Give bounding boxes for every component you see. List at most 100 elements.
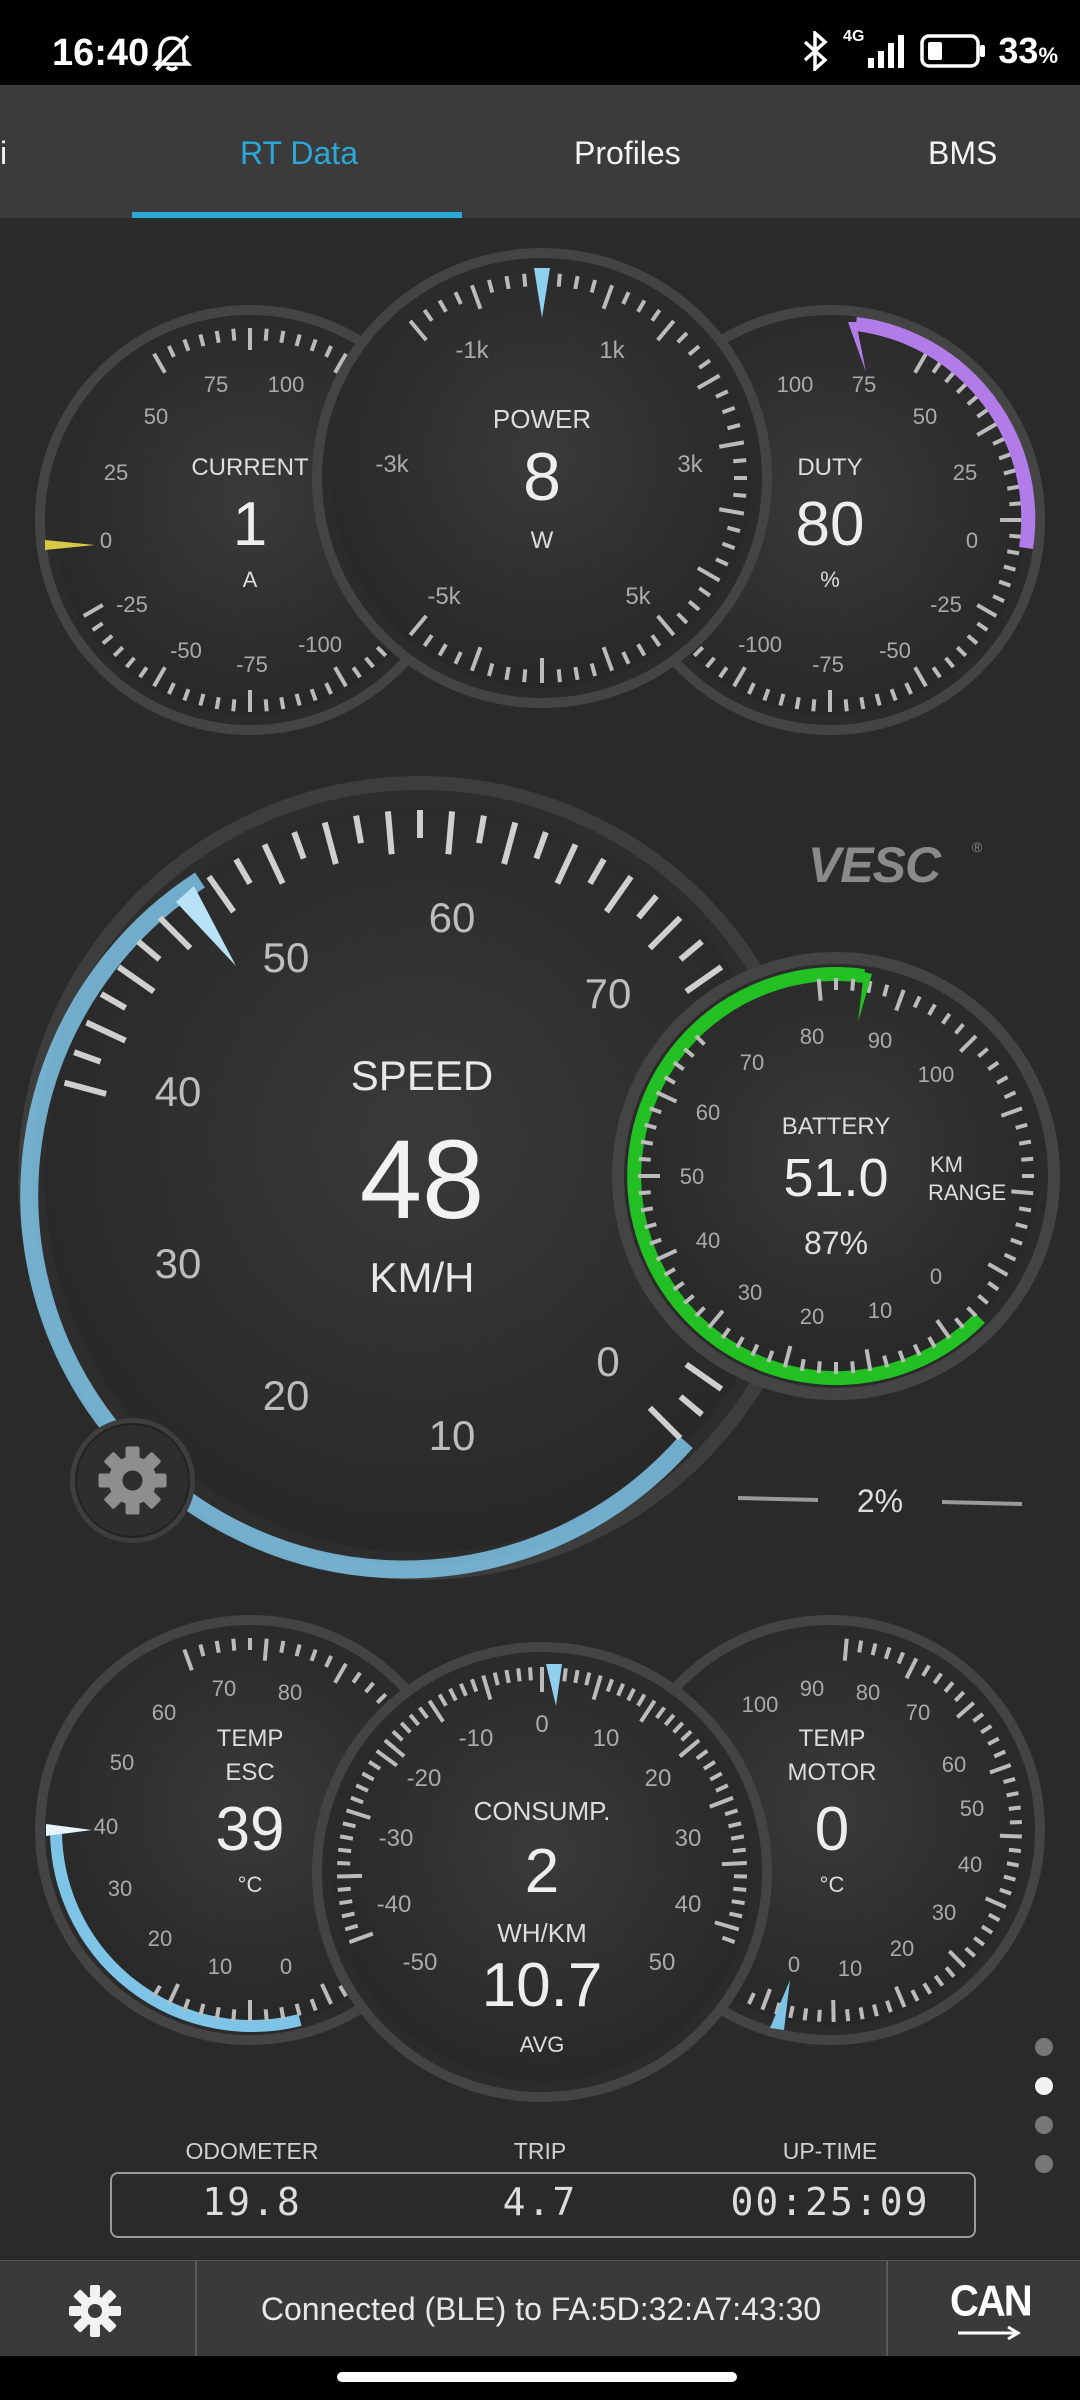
temp-esc-tick-label: 30 [108,1876,132,1901]
can-button[interactable]: CAN [950,2277,1033,2341]
tick-mark [214,330,221,344]
throttle-line-right [941,1500,1023,1506]
battery-tick-label: 80 [800,1024,824,1049]
odometer-label: ODOMETER [185,2138,319,2164]
home-gesture-bar[interactable] [337,2372,737,2382]
temp-esc-tick-label: 80 [278,1680,302,1705]
speed-tick-label: 60 [429,894,476,941]
tick-mark [384,811,395,855]
speed-unit: KM/H [370,1254,475,1301]
speed-tick-label: 0 [596,1338,619,1385]
tick-mark [794,696,801,710]
tick-mark [263,328,269,341]
duty-tick-label: -25 [930,592,962,617]
battery-tick-label: 10 [868,1298,892,1323]
page-dot[interactable] [1035,2116,1053,2134]
odometer-value: 19.8 [202,2180,302,2224]
tick-mark [843,699,849,712]
tick-mark [231,328,237,341]
temp-motor-tick-label: 70 [906,1700,930,1725]
tick-mark [341,1911,355,1919]
tick-mark [732,1847,746,1854]
page-dot[interactable] [1035,2155,1053,2173]
tick-mark [816,978,823,1001]
settings-button[interactable] [65,2281,125,2341]
power-tick-label: -1k [455,337,489,364]
tick-mark [817,2009,822,2022]
tick-mark [638,1190,651,1196]
tick-mark [516,1668,522,1682]
battery-tick-label: 40 [696,1228,720,1253]
battery-unit-line2: RANGE [928,1180,1006,1205]
duty-tick-label: -100 [738,632,782,657]
duty-tick-label: 25 [953,460,977,485]
temp-motor-tick-label: 50 [960,1796,984,1821]
tick-mark [214,1640,221,1654]
tick-mark [445,811,456,855]
tick-mark [733,492,747,498]
power-gauge: POWER 8 W -1k 1k -3k 3k -5k 5k [312,248,772,708]
current-unit: A [243,567,258,592]
tick-mark [859,696,866,710]
speed-tick-label: 40 [155,1068,202,1115]
battery-tick-label: 60 [696,1100,720,1125]
tick-mark [504,1669,511,1684]
battery-gauge: BATTERY 51.0 KM RANGE 87% 80 90 70 100 6… [612,952,1060,1400]
temp-motor-tick-label: 100 [742,1692,779,1717]
gear-icon [98,1446,167,1515]
temp-esc-tick-label: 40 [94,1814,118,1839]
power-tick-label: 1k [599,337,625,364]
tick-mark [842,1638,849,1661]
tick-mark [337,1861,351,1866]
temp-esc-value: 39 [216,1795,285,1864]
page-dot-active[interactable] [1035,2077,1053,2095]
tick-mark [556,669,562,683]
current-tick-label: -75 [236,652,268,677]
consumption-tick-label: -30 [379,1825,414,1852]
power-tick-label: 3k [677,451,703,478]
tick-mark [214,696,221,710]
tick-mark [337,1886,351,1892]
tick-mark [339,1834,354,1841]
throttle-percent: 2% [857,1483,903,1519]
tick-mark [231,1638,237,1651]
tick-mark [338,1847,352,1854]
tick-mark [1021,1156,1034,1162]
speed-value: 48 [360,1117,485,1242]
consumption-avg-value: 10.7 [482,1951,603,2020]
throttle-line-left [737,1496,819,1502]
duty-tick-label: -50 [879,638,911,663]
settings-gear-icon [69,2285,121,2337]
bottom-bar: Connected (BLE) to FA:5D:32:A7:43:30 CAN [0,2260,1080,2357]
tick-mark [231,699,237,712]
battery-percent: 87% [804,1225,868,1261]
gauge-panel: CURRENT 1 A 75 100 50 25 0 -25 -50 -75 -… [18,248,1060,2102]
tick-mark [573,1669,580,1684]
uptime-label: UP-TIME [782,2138,878,2164]
tick-mark [872,2004,879,2017]
tick-mark [1018,1139,1032,1146]
page-dot[interactable] [1035,2038,1053,2056]
tick-mark [816,1361,822,1374]
current-tick-label: 0 [100,528,112,553]
consumption-tick-label: 40 [675,1891,702,1918]
tick-mark [811,699,817,712]
tick-mark [857,1640,864,1653]
tick-mark [640,1139,654,1146]
temp-esc-tick-label: 10 [208,1954,232,1979]
temp-motor-unit: °C [820,1872,845,1897]
current-tick-label: 100 [268,372,305,397]
consumption-tick-label: -40 [377,1891,412,1918]
tick-mark [1009,1819,1022,1825]
tick-mark [640,1206,654,1213]
current-tick-label: -100 [298,632,342,657]
temp-motor-tick-label: 30 [932,1900,956,1925]
tick-mark [263,699,269,712]
consumption-tick-label: 20 [645,1765,672,1792]
gauge-settings-button[interactable] [70,1418,195,1543]
consumption-tick-label: 0 [535,1711,548,1738]
current-tick-label: 50 [144,404,168,429]
temp-esc-unit: °C [238,1872,263,1897]
battery-tick-label: 20 [800,1304,824,1329]
bottom-separator [886,2261,888,2357]
